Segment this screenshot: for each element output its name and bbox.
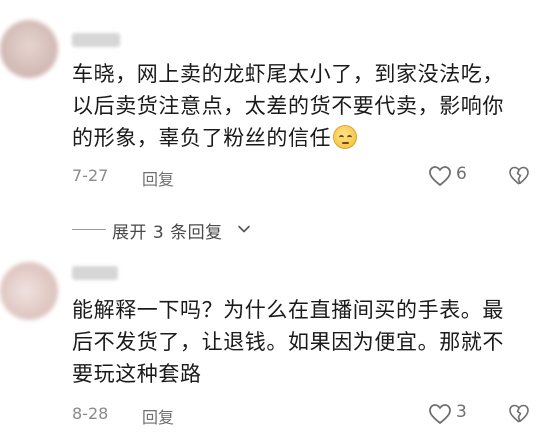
like-count: 6	[456, 164, 467, 184]
avatar[interactable]	[0, 20, 58, 78]
comment-date: 7-27	[72, 166, 109, 185]
comment-item: 能解释一下吗？为什么在直播间买的手表。最后不发货了，让退钱。如果因为便宜。那就不…	[0, 256, 548, 446]
broken-heart-icon	[509, 404, 529, 423]
avatar[interactable]	[0, 262, 58, 320]
heart-icon	[429, 404, 451, 424]
broken-heart-icon	[509, 166, 529, 185]
pleading-face-emoji	[333, 125, 358, 149]
comment-item: 车晓，网上卖的龙虾尾太小了，到家没法吃，以后卖货注意点，太差的货不要代卖，影响你…	[0, 0, 548, 200]
chevron-down-icon	[238, 225, 250, 233]
reply-button[interactable]: 回复	[142, 404, 174, 428]
comment-text: 能解释一下吗？为什么在直播间买的手表。最后不发货了，让退钱。如果因为便宜。那就不…	[72, 298, 504, 386]
expand-divider-line	[72, 229, 106, 230]
username-blurred[interactable]	[72, 266, 118, 280]
dislike-button[interactable]	[508, 165, 530, 187]
reply-button[interactable]: 回复	[142, 166, 174, 190]
expand-replies-label: 展开 3 条回复	[112, 223, 223, 243]
comment-text: 车晓，网上卖的龙虾尾太小了，到家没法吃，以后卖货注意点，太差的货不要代卖，影响你…	[72, 58, 522, 154]
like-count: 3	[456, 402, 467, 422]
username-blurred[interactable]	[72, 33, 120, 47]
comment-text-content: 车晓，网上卖的龙虾尾太小了，到家没法吃，以后卖货注意点，太差的货不要代卖，影响你…	[72, 62, 504, 150]
comment-date: 8-28	[72, 404, 109, 423]
heart-icon	[429, 166, 451, 186]
dislike-button[interactable]	[508, 403, 530, 425]
